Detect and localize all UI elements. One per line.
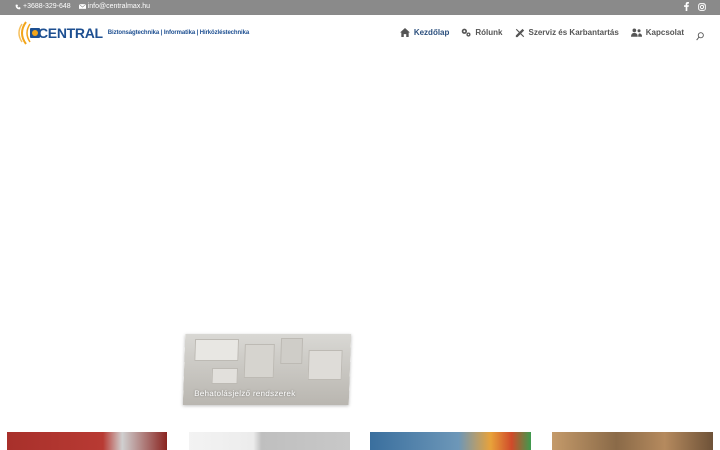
site-logo[interactable]: CENTRAL Biztonságtechnika | Informatika …	[16, 17, 249, 48]
card-label: Behatolásjelző rendszerek	[194, 389, 296, 398]
service-tile[interactable]	[552, 432, 713, 450]
nav-item-kapcsolat[interactable]: Kapcsolat	[630, 28, 684, 37]
email-link[interactable]: info@centralmax.hu	[78, 3, 151, 10]
search-button[interactable]	[696, 28, 704, 46]
logo-tagline: Biztonságtechnika | Informatika | Hírköz…	[107, 29, 250, 36]
main-nav: Kezdőlap Rólunk Szerviz és Karbantartás …	[399, 15, 684, 50]
home-icon	[399, 28, 410, 37]
gears-icon	[462, 28, 471, 37]
site-header: CENTRAL Biztonságtechnika | Informatika …	[0, 15, 720, 50]
logo-waves-icon	[18, 20, 40, 45]
users-icon	[630, 28, 642, 37]
phone-link[interactable]: +3688-329-648	[15, 3, 71, 10]
facebook-icon[interactable]	[684, 2, 689, 11]
nav-item-rolunk[interactable]: Rólunk	[461, 28, 503, 37]
hero-area	[0, 50, 720, 333]
service-tile[interactable]	[370, 432, 531, 450]
service-tile[interactable]	[189, 432, 350, 450]
phone-icon	[15, 4, 21, 9]
top-bar: +3688-329-648 info@centralmax.hu	[0, 0, 720, 15]
logo-text: CENTRAL	[38, 24, 103, 41]
nav-label: Rólunk	[475, 28, 503, 37]
search-icon	[696, 32, 704, 41]
card-image-shelf	[211, 368, 239, 384]
card-image-shelf	[194, 339, 240, 361]
social-links	[684, 2, 706, 11]
phone-number: +3688-329-648	[23, 3, 71, 10]
service-tile[interactable]	[7, 432, 167, 450]
card-image-shelf	[307, 350, 343, 380]
contact-info: +3688-329-648 info@centralmax.hu	[15, 3, 150, 10]
service-card-behatolasjelzo[interactable]: Behatolásjelző rendszerek	[182, 334, 352, 405]
envelope-icon	[78, 4, 86, 9]
card-image-shelf	[280, 338, 304, 364]
nav-label: Kapcsolat	[645, 28, 684, 37]
nav-item-kezdolap[interactable]: Kezdőlap	[399, 28, 450, 37]
logo-emblem	[16, 20, 46, 46]
card-image-shelf	[243, 344, 275, 378]
email-address: info@centralmax.hu	[87, 3, 151, 10]
service-tiles-row	[0, 432, 720, 450]
nav-label: Kezdőlap	[413, 28, 450, 37]
tools-icon	[515, 28, 524, 37]
nav-label: Szerviz és Karbantartás	[528, 28, 619, 37]
nav-item-szerviz[interactable]: Szerviz és Karbantartás	[515, 28, 619, 38]
instagram-icon[interactable]	[698, 2, 706, 11]
